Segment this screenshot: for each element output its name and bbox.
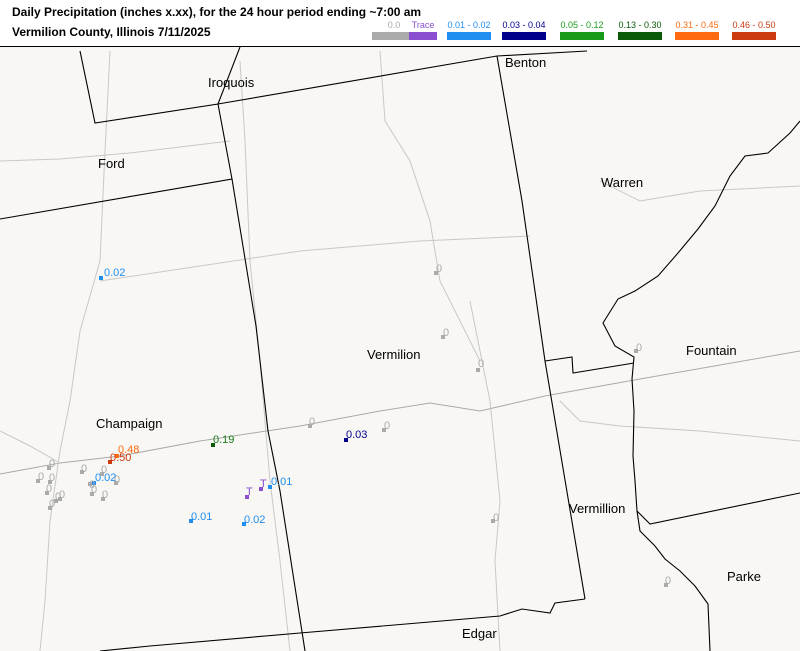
station[interactable]: 0.19 xyxy=(211,434,234,447)
station-value: 0.03 xyxy=(346,429,367,441)
station[interactable]: 0 xyxy=(476,358,484,372)
legend-swatch xyxy=(502,32,546,40)
station-value: 0 xyxy=(102,489,108,501)
station[interactable]: T xyxy=(259,478,267,491)
legend-item: 0.31 - 0.45 xyxy=(671,20,723,40)
station[interactable]: 0.02 xyxy=(242,514,265,526)
station-value: 0 xyxy=(89,479,95,491)
station-value: 0 xyxy=(493,512,499,524)
legend-label: 0.31 - 0.45 xyxy=(675,20,719,30)
legend-swatch xyxy=(732,32,776,40)
station[interactable]: 0 xyxy=(48,498,55,510)
legend-item: 0.13 - 0.30 xyxy=(614,20,666,40)
station-value: 0.50 xyxy=(110,452,131,464)
station[interactable]: 0.50 xyxy=(108,452,131,464)
station-value: T xyxy=(246,486,253,498)
station-value: 0 xyxy=(478,358,484,370)
station-value: 0.02 xyxy=(244,514,265,526)
station[interactable]: 0 xyxy=(441,327,449,339)
station[interactable]: 0.02 xyxy=(99,267,125,280)
header: Daily Precipitation (inches x.xx), for t… xyxy=(0,0,800,46)
legend-label: 0.05 - 0.12 xyxy=(560,20,604,30)
station[interactable]: 0 xyxy=(88,479,95,491)
county-label-vermillion: Vermillion xyxy=(569,501,625,516)
legend-item: 0.46 - 0.50 xyxy=(728,20,780,40)
station[interactable]: 0 xyxy=(80,463,87,475)
station[interactable]: 0.03 xyxy=(344,429,367,442)
station-value: 0 xyxy=(114,474,120,486)
legend-item: 0.03 - 0.04 xyxy=(498,20,550,40)
station-value: T xyxy=(260,478,267,490)
station-value: 0 xyxy=(436,263,442,275)
station[interactable]: 0 xyxy=(45,483,52,495)
station[interactable]: 0 xyxy=(114,474,120,486)
county-label-ford: Ford xyxy=(98,156,125,171)
legend-item: 0.05 - 0.12 xyxy=(556,20,608,40)
precipitation-map[interactable]: Iroquois Benton Ford Warren Vermilion Fo… xyxy=(0,46,800,651)
legend-swatch xyxy=(409,32,437,40)
county-label-fountain: Fountain xyxy=(686,343,737,358)
county-labels: Iroquois Benton Ford Warren Vermilion Fo… xyxy=(96,55,761,641)
station-value: 0.02 xyxy=(104,267,125,279)
station[interactable]: 0 xyxy=(47,458,55,470)
county-label-benton: Benton xyxy=(505,55,546,70)
station[interactable]: T xyxy=(245,486,253,499)
county-label-vermilion: Vermilion xyxy=(367,347,420,362)
station[interactable]: 0 xyxy=(491,512,499,524)
station[interactable]: 0 xyxy=(382,420,390,432)
legend-label: 0.46 - 0.50 xyxy=(732,20,776,30)
station-value: 0 xyxy=(49,458,55,470)
county-label-edgar: Edgar xyxy=(462,626,497,641)
legend-label: 0.13 - 0.30 xyxy=(618,20,662,30)
county-label-champaign: Champaign xyxy=(96,416,163,431)
station[interactable]: 0 xyxy=(36,471,44,483)
station-value: 0 xyxy=(46,483,52,495)
station-value: 0 xyxy=(101,464,107,476)
station-value: 0.01 xyxy=(271,476,292,488)
station-value: 0 xyxy=(665,575,671,587)
station[interactable]: 0 xyxy=(100,464,107,476)
station[interactable]: 0 xyxy=(634,342,642,354)
station[interactable]: 0 xyxy=(101,489,108,501)
station[interactable]: 0.01 xyxy=(268,476,292,489)
station-value: 0 xyxy=(38,471,44,483)
legend-item: 0.01 - 0.02 xyxy=(443,20,495,40)
station-value: 0 xyxy=(443,327,449,339)
legend-swatch xyxy=(447,32,491,40)
station-value: 0 xyxy=(81,463,87,475)
legend-label: Trace xyxy=(411,20,435,30)
station-value: 0 xyxy=(636,342,642,354)
legend-swatch xyxy=(618,32,662,40)
legend-label: 0.01 - 0.02 xyxy=(447,20,491,30)
county-label-parke: Parke xyxy=(727,569,761,584)
station[interactable]: 0 xyxy=(308,416,315,428)
station-value: 0 xyxy=(309,416,315,428)
legend-swatch xyxy=(560,32,604,40)
map-title: Daily Precipitation (inches x.xx), for t… xyxy=(12,5,422,19)
legend-swatch xyxy=(675,32,719,40)
station[interactable]: 0 xyxy=(434,263,442,275)
legend-label: 0.03 - 0.04 xyxy=(502,20,546,30)
station-value: 0 xyxy=(55,491,61,503)
station[interactable]: 0 xyxy=(664,575,671,587)
county-label-warren: Warren xyxy=(601,175,643,190)
station-value: 0 xyxy=(49,498,55,510)
station-value: 0 xyxy=(384,420,390,432)
station-marker xyxy=(99,276,103,280)
map-subtitle: Vermilion County, Illinois 7/11/2025 xyxy=(12,25,211,39)
station-value: 0.01 xyxy=(191,511,212,523)
county-label-iroquois: Iroquois xyxy=(208,75,255,90)
station[interactable]: 0.01 xyxy=(189,511,212,523)
station-value: 0.19 xyxy=(213,434,234,446)
legend-item: Trace xyxy=(397,20,449,40)
